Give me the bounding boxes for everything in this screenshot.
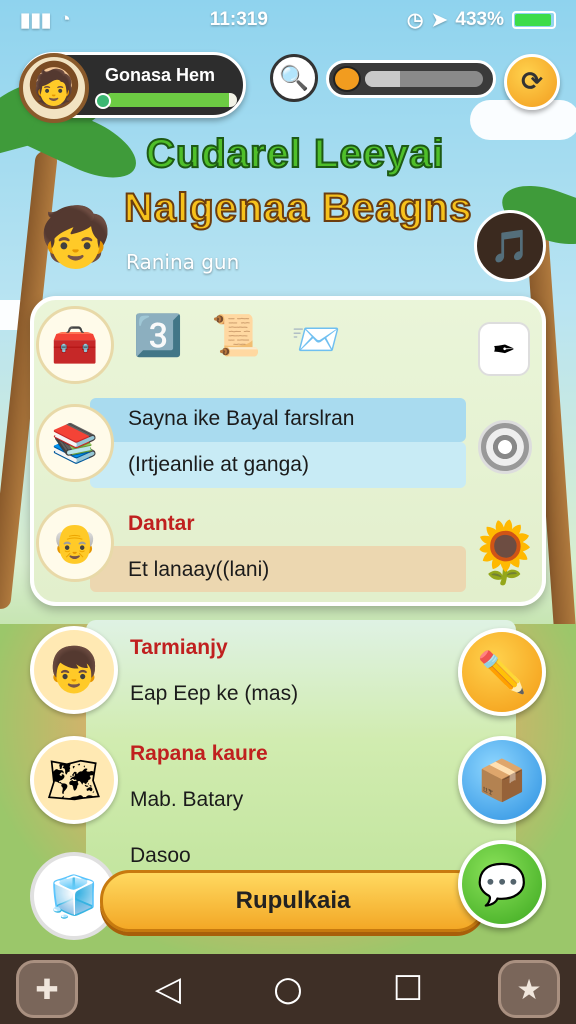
coin-icon [333,66,361,92]
npc-avatar-boy[interactable]: 👦 [30,626,118,714]
wifi-icon: ◔ [59,9,71,30]
task-heading: Tarmianjy [130,636,228,659]
chat-button[interactable]: 💬 [458,840,546,928]
task-heading: Dasoo [130,844,191,867]
npc-avatar-elder[interactable]: 👴 [36,504,114,582]
clock: 11:319 [209,9,268,30]
level-progress [326,60,496,98]
favorites-button[interactable]: ★ [498,960,560,1018]
battery-percent: 433% [455,9,504,30]
box-icon: 📦 [477,757,527,804]
task-heading: Rapana kaure [130,742,268,765]
back-button[interactable]: ◁ [138,969,198,1009]
star-icon: ★ [516,972,542,1006]
bottom-nav: ✚ ◁ ○ ☐ ★ [0,954,576,1024]
recents-button[interactable]: ☐ [378,969,438,1009]
battery-icon [511,11,556,29]
location-icon: ➤ [431,9,448,31]
pencil-icon: ✏️ [477,649,527,696]
task-detail: Mab. Batary [130,788,244,811]
chest-item[interactable]: 🧰 [36,306,114,384]
target-icon[interactable] [478,420,532,474]
game-title-line2: Nalgenaa Beagns [123,185,473,231]
music-button[interactable]: 🎵 [474,210,546,282]
level-progress-fill [365,71,401,87]
profile-panel[interactable]: 🧑 Gonasa Hem [19,52,246,123]
signal-icon: ▮▮▮ [20,9,52,31]
music-note-icon: 🎵 [490,227,530,265]
settings-button[interactable]: ⟳ [504,54,560,110]
xp-fill [105,93,230,107]
refresh-icon: ⟳ [521,67,543,97]
quest-row-subtitle: (Irtjeanlie at ganga) [128,453,309,476]
quest-heading: Dantar [128,512,195,535]
scroll-icon[interactable]: 📜 [206,312,266,359]
kid-character-icon: 🧒 [39,203,113,271]
primary-action-button[interactable]: Rupulkaia [100,870,486,932]
search-mascot-icon[interactable]: 🔍 [270,54,318,102]
home-button[interactable]: ○ [258,969,318,1009]
game-title-line1: Cudarel Leeyai [145,131,445,177]
alarm-icon: ◷ [406,9,424,31]
player-name: Gonasa Hem [105,65,216,85]
mail-icon[interactable]: 📨 [286,316,346,363]
pen-icon: ✒ [492,332,516,366]
game-subtitle: Ranina gun [126,250,240,274]
xp-bar [105,93,237,107]
task-detail: Eap Eep ke (mas) [130,682,299,705]
puzzle-icon: ✚ [35,972,59,1006]
book-item[interactable]: 📚 [36,404,114,482]
gem-icon [95,93,111,109]
quest-row-detail: Et lanaay((lani) [128,558,270,581]
edit-pen-button[interactable]: ✒ [478,322,530,376]
edit-button[interactable]: ✏️ [458,628,546,716]
inventory-button[interactable]: 📦 [458,736,546,824]
player-avatar[interactable]: 🧑 [19,53,89,123]
status-bar: ▮▮▮ ◔ 11:319 ◷ ➤ 433% [0,0,576,40]
quest-row-title: Sayna ike Bayal farslran [128,407,355,430]
map-item[interactable]: 🗺 [30,736,118,824]
flower-mascot-icon[interactable]: 🌻 [464,512,546,594]
chat-icon: 💬 [477,861,527,908]
puzzle-button[interactable]: ✚ [16,960,78,1018]
number-3-icon[interactable]: 3️⃣ [128,312,188,359]
